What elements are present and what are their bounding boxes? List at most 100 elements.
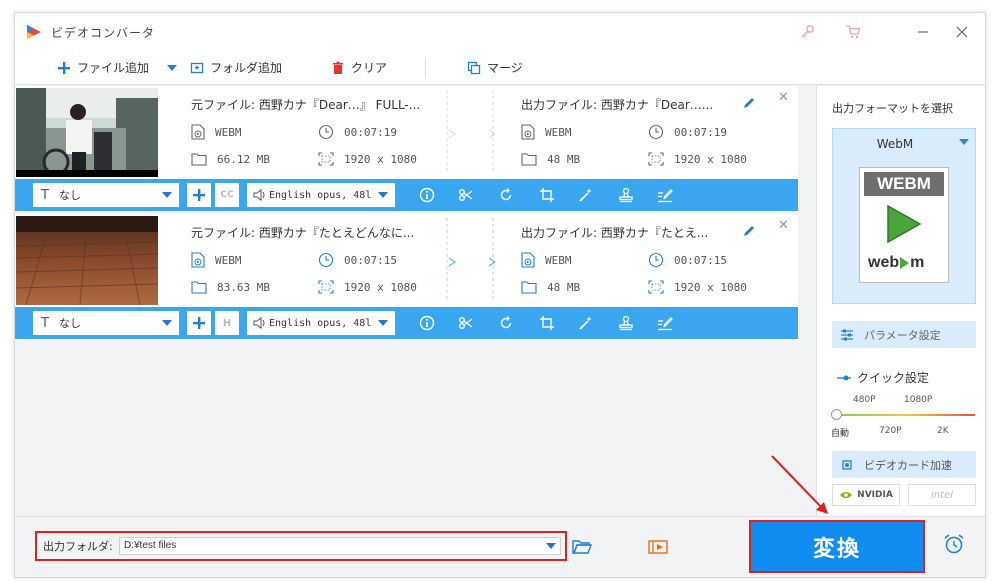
list-item[interactable]: 元ファイル: 西野カナ『たとえどんなに... WEBM 00:07:15 83.… <box>15 214 798 340</box>
source-duration: 00:07:15 <box>318 252 397 268</box>
output-folder-label: 出力フォルダ: <box>43 540 113 553</box>
watermark-stamp-icon[interactable] <box>617 186 635 204</box>
close-window-icon[interactable] <box>952 22 972 42</box>
output-format: WEBM <box>521 252 572 268</box>
output-size-text: 48 MB <box>547 280 581 294</box>
open-folder-icon[interactable] <box>572 539 592 555</box>
output-size: 48 MB <box>521 152 580 166</box>
edit-pen-icon[interactable] <box>742 224 756 238</box>
webm-wordmark: web m <box>868 254 924 272</box>
source-resolution-text: 1920 x 1080 <box>344 280 417 294</box>
hearing-caption-button[interactable]: H <box>215 311 239 335</box>
output-path-input[interactable]: D:¥test files <box>119 537 561 555</box>
format-dropdown-icon[interactable] <box>959 139 969 145</box>
quality-label-2k: 2K <box>937 426 949 436</box>
add-folder-button[interactable]: フォルダ追加 <box>190 59 282 76</box>
source-info: 元ファイル: 西野カナ『たとえどんなに... WEBM 00:07:15 83.… <box>191 214 441 306</box>
format-name: WebM <box>876 137 914 151</box>
chevron-down-icon[interactable] <box>546 543 556 549</box>
add-file-dropdown-icon[interactable] <box>167 65 177 71</box>
info-icon[interactable] <box>418 186 436 204</box>
clock-icon <box>318 252 334 268</box>
edit-subtitle-icon[interactable] <box>656 186 674 204</box>
edit-subtitle-icon[interactable] <box>656 314 674 332</box>
magic-wand-icon[interactable] <box>577 314 595 332</box>
resolution-icon <box>648 280 664 294</box>
output-format-text: WEBM <box>545 253 572 267</box>
audio-track-select[interactable]: English opus, 48l <box>247 183 395 207</box>
resolution-icon <box>648 152 664 166</box>
app-logo-icon <box>27 25 41 39</box>
cc-icon: CC <box>220 190 234 200</box>
source-resolution-text: 1920 x 1080 <box>344 152 417 166</box>
remove-item-icon[interactable]: ✕ <box>778 218 789 233</box>
quality-label-480p: 480P <box>853 395 876 405</box>
source-file-title: 元ファイル: 西野カナ『たとえどんなに... <box>191 226 415 240</box>
info-icon[interactable] <box>418 314 436 332</box>
minimize-icon[interactable] <box>913 22 933 42</box>
list-item[interactable]: 元ファイル: 西野カナ『Dear…』 FULL-... WEBM 00:07:1… <box>15 86 798 212</box>
format-selector[interactable]: WebM WEBM web m <box>832 128 976 304</box>
title-bar: ビデオコンバータ <box>15 13 985 51</box>
magic-wand-icon[interactable] <box>577 186 595 204</box>
add-subtitle-button[interactable] <box>187 183 211 207</box>
convert-button[interactable]: 変換 <box>749 520 925 573</box>
crop-icon[interactable] <box>538 186 556 204</box>
output-file-title: 出力ファイル: 西野カナ『Dear…... <box>521 98 714 112</box>
edit-pen-icon[interactable] <box>742 96 756 110</box>
add-file-label: ファイル追加 <box>77 61 150 75</box>
key-icon[interactable] <box>797 22 817 42</box>
alarm-clock-icon[interactable] <box>943 533 965 555</box>
source-size: 66.12 MB <box>191 152 270 166</box>
subtitle-select[interactable]: T なし <box>33 311 179 335</box>
crop-icon[interactable] <box>538 314 556 332</box>
chevron-down-icon <box>162 320 172 326</box>
source-size: 83.63 MB <box>191 280 270 294</box>
source-duration: 00:07:19 <box>318 124 397 140</box>
nvidia-toggle[interactable]: NVIDIA <box>832 484 900 506</box>
watermark-stamp-icon[interactable] <box>617 314 635 332</box>
resolution-icon <box>318 280 334 294</box>
source-duration-text: 00:07:15 <box>344 253 397 267</box>
parameter-settings-button[interactable]: パラメータ設定 <box>832 321 976 348</box>
chevron-down-icon <box>378 320 388 326</box>
remove-item-icon[interactable]: ✕ <box>778 90 789 105</box>
quality-slider-track[interactable] <box>837 414 975 416</box>
gpu-acceleration-label: ビデオカード加速 <box>864 458 952 472</box>
item-edit-bar: T なし H English opus, 48l <box>15 307 798 339</box>
output-format: WEBM <box>521 124 572 140</box>
video-thumbnail[interactable] <box>16 216 158 305</box>
add-file-button[interactable]: ファイル追加 <box>57 59 149 76</box>
closed-caption-button[interactable]: CC <box>215 183 239 207</box>
quality-label-1080p: 1080P <box>904 395 933 405</box>
audio-track-select[interactable]: English opus, 48l <box>247 311 395 335</box>
quality-slider-handle[interactable] <box>831 409 842 420</box>
output-preview-icon[interactable] <box>648 539 668 555</box>
rotate-icon[interactable] <box>497 314 515 332</box>
output-resolution-text: 1920 x 1080 <box>674 280 747 294</box>
scissors-icon[interactable] <box>457 314 475 332</box>
source-format: WEBM <box>191 252 242 268</box>
add-subtitle-button[interactable] <box>187 311 211 335</box>
merge-button[interactable]: マージ <box>467 59 523 76</box>
nvidia-eye-icon <box>840 492 853 498</box>
clear-label: クリア <box>351 61 388 75</box>
gpu-acceleration-button[interactable]: ビデオカード加速 <box>832 451 976 478</box>
output-size-text: 48 MB <box>547 152 581 166</box>
output-path-value: D:¥test files <box>124 540 177 551</box>
source-format: WEBM <box>191 124 242 140</box>
video-file-icon <box>521 124 535 140</box>
video-thumbnail[interactable] <box>16 88 158 177</box>
scissors-icon[interactable] <box>457 186 475 204</box>
trash-icon <box>333 61 343 74</box>
subtitle-select[interactable]: T なし <box>33 183 179 207</box>
webm-format-icon: WEBM web m <box>859 167 949 283</box>
intel-toggle[interactable]: intel <box>908 484 976 506</box>
webm-wordmark-right: m <box>910 254 925 271</box>
folder-add-icon <box>190 62 204 73</box>
clear-button[interactable]: クリア <box>331 59 387 76</box>
separator-arrow <box>446 218 495 302</box>
cart-icon[interactable] <box>843 22 863 42</box>
rotate-icon[interactable] <box>497 186 515 204</box>
intel-label: intel <box>931 489 953 501</box>
